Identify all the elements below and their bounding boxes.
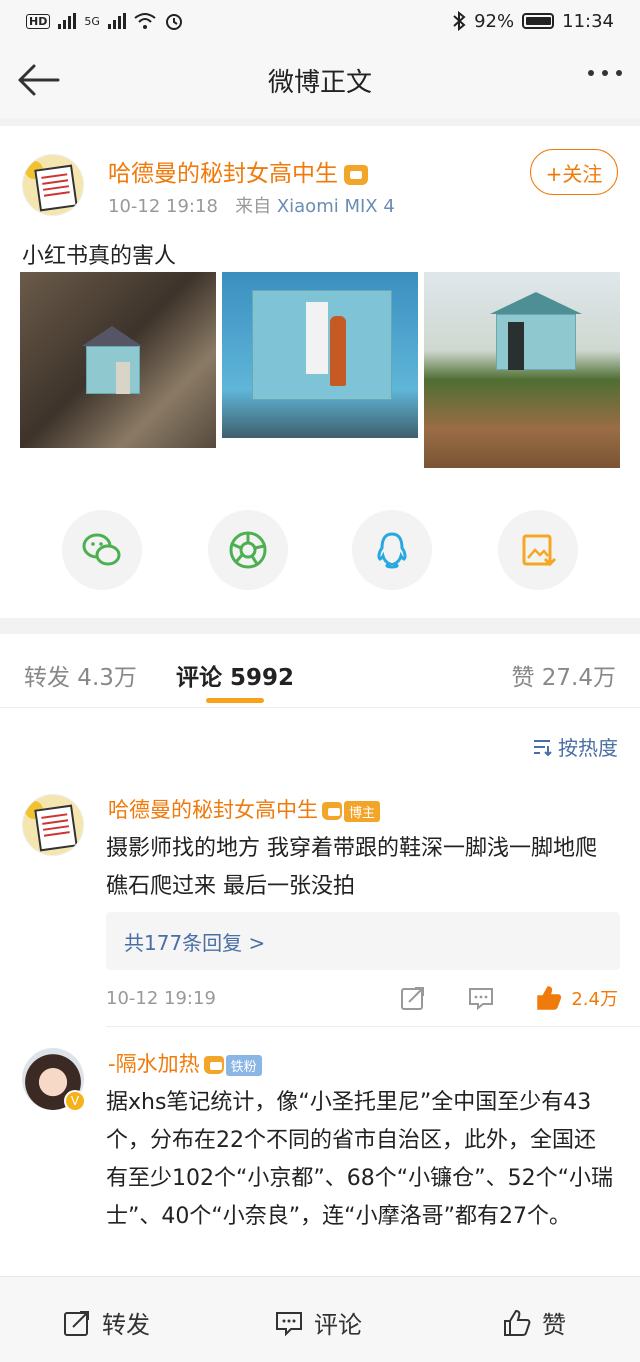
photo-2[interactable]	[222, 272, 418, 468]
alarm-icon	[165, 14, 182, 30]
commenter-avatar[interactable]	[22, 794, 84, 856]
author-name[interactable]: 哈德曼的秘封女高中生	[108, 154, 368, 188]
back-arrow-icon[interactable]	[16, 62, 60, 98]
from-label: 来自	[235, 196, 272, 217]
author-tag: 博主	[344, 800, 381, 822]
network-type: 5G	[84, 14, 100, 28]
bottom-repost-label: 转发	[102, 1311, 150, 1339]
comment-actions: 2.4万	[399, 984, 618, 1012]
bottom-like-button[interactable]: 赞	[502, 1305, 566, 1340]
vip-crown-icon	[322, 802, 342, 820]
commenter-name[interactable]: 哈德曼的秘封女高中生 博主	[108, 794, 381, 824]
repost-icon	[64, 1310, 89, 1336]
battery-icon	[522, 13, 555, 29]
share-row	[0, 510, 640, 590]
follow-button[interactable]: +关注	[530, 149, 618, 195]
bluetooth-icon	[453, 11, 466, 31]
thumbs-up-icon	[537, 986, 562, 1010]
bottom-comment-button[interactable]: 评论	[274, 1305, 362, 1340]
bottom-action-bar: 转发 评论 赞	[0, 1276, 640, 1362]
post-time: 10-12 19:18	[108, 196, 218, 217]
active-tab-indicator	[206, 698, 264, 703]
moments-icon	[229, 531, 267, 569]
status-bar: HD 5G 92% 11:34	[0, 0, 640, 42]
bottom-repost-button[interactable]: 转发	[62, 1305, 150, 1340]
weibo-post: 哈德曼的秘封女高中生 10-12 19:18 来自 Xiaomi MIX 4 +…	[0, 126, 640, 618]
more-options-icon[interactable]	[588, 70, 622, 76]
view-replies-button[interactable]: 共177条回复 >	[106, 912, 620, 970]
share-qq-button[interactable]	[352, 510, 432, 590]
clock: 11:34	[562, 10, 614, 32]
comment-time: 10-12 19:19	[106, 988, 216, 1009]
save-image-icon	[522, 534, 557, 567]
signal-icon-2	[107, 13, 126, 29]
repost-icon[interactable]	[399, 984, 427, 1012]
commenter-name[interactable]: -隔水加热 铁粉	[108, 1048, 262, 1078]
wechat-icon	[82, 533, 121, 566]
battery-percent: 92%	[474, 10, 515, 32]
thumbs-up-icon	[504, 1309, 531, 1336]
sort-by-hot-button[interactable]: 按热度	[532, 732, 618, 761]
tab-repost[interactable]: 转发 4.3万	[24, 658, 137, 692]
qq-icon	[377, 532, 407, 569]
comment-text: 摄影师找的地方 我穿着带跟的鞋深一脚浅一脚地爬礁石爬过来 最后一张没拍	[106, 836, 597, 899]
like-count: 2.4万	[571, 989, 618, 1010]
comment-list: 按热度 哈德曼的秘封女高中生 博主 摄影师找的地方 我穿着带跟的鞋深一脚浅一脚地爬…	[0, 708, 640, 1276]
comment-icon	[276, 1311, 302, 1336]
comment-icon[interactable]	[467, 984, 495, 1012]
device-name[interactable]: Xiaomi MIX 4	[277, 196, 395, 217]
photo-3[interactable]	[424, 272, 620, 468]
photo-1[interactable]	[20, 272, 216, 468]
bottom-like-label: 赞	[542, 1311, 566, 1339]
comment-text: 据xhs笔记统计，像“小圣托里尼”全中国至少有43个，分布在22个不同的省市自治…	[106, 1090, 613, 1229]
share-wechat-button[interactable]	[62, 510, 142, 590]
vip-crown-icon	[344, 164, 368, 185]
author-avatar[interactable]	[22, 154, 84, 216]
hd-indicator: HD	[26, 13, 51, 29]
photo-grid	[20, 272, 620, 468]
share-moments-button[interactable]	[208, 510, 288, 590]
post-tabs: 转发 4.3万 评论 5992 赞 27.4万	[0, 634, 640, 708]
vip-crown-icon	[203, 1056, 224, 1074]
tab-comment[interactable]: 评论 5992	[176, 658, 294, 692]
tab-like[interactable]: 赞 27.4万	[511, 658, 616, 692]
comment-divider	[106, 1026, 640, 1027]
fan-tag: 铁粉	[225, 1054, 262, 1076]
signal-icon	[58, 13, 77, 29]
post-text: 小红书真的害人	[22, 244, 177, 269]
save-image-button[interactable]	[498, 510, 578, 590]
sort-label: 按热度	[558, 736, 618, 760]
like-button[interactable]: 2.4万	[535, 984, 618, 1012]
wifi-icon	[134, 13, 156, 29]
sort-icon	[534, 739, 552, 756]
verified-badge-icon: V	[64, 1090, 86, 1112]
page-title: 微博正文	[267, 67, 372, 98]
post-meta: 10-12 19:18 来自 Xiaomi MIX 4	[108, 192, 395, 218]
bottom-comment-label: 评论	[314, 1311, 362, 1339]
nav-bar: 微博正文	[0, 42, 640, 118]
